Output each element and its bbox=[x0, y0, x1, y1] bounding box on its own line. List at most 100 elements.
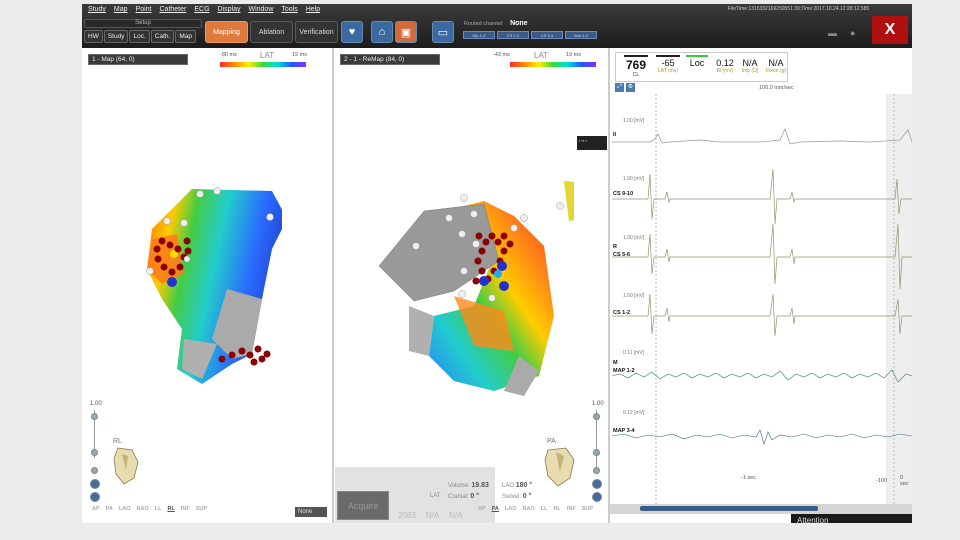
right-orientation-heart-icon[interactable] bbox=[542, 444, 578, 488]
record-icon[interactable]: ● bbox=[850, 28, 855, 38]
right-view-lao[interactable]: LAO bbox=[505, 506, 517, 512]
snapshot-tool-icon[interactable]: ▣ bbox=[395, 21, 417, 43]
right-slider-dot-2[interactable] bbox=[593, 467, 600, 474]
lat-label: LAT (ms) bbox=[657, 68, 679, 74]
cl-bar bbox=[624, 55, 648, 57]
tab-cath[interactable]: Cath. bbox=[150, 30, 175, 43]
left-slider-dot-2[interactable] bbox=[91, 467, 98, 474]
left-view-rl[interactable]: RL bbox=[167, 506, 174, 512]
routed-value[interactable]: None bbox=[510, 20, 528, 27]
right-view-sup[interactable]: SUP bbox=[582, 506, 593, 512]
routed-button-3[interactable]: CS 3-4 bbox=[531, 31, 563, 39]
menu-display[interactable]: Display bbox=[218, 6, 241, 13]
left-slider-dot[interactable] bbox=[91, 449, 98, 456]
tab-loc[interactable]: Loc. bbox=[129, 30, 150, 43]
right-scale-value: 1.00 bbox=[592, 401, 604, 407]
verification-button[interactable]: Verification bbox=[295, 21, 338, 43]
left-view-pa[interactable]: PA bbox=[106, 506, 113, 512]
routed-button-4[interactable]: Wm 1-2 bbox=[565, 31, 597, 39]
right-anatomy-map[interactable] bbox=[374, 176, 574, 401]
menu-bar: Study Map Point Catheter ECG Display Win… bbox=[88, 6, 320, 13]
left-display-select[interactable]: None bbox=[295, 507, 327, 517]
left-orientation-heart-icon[interactable] bbox=[110, 444, 142, 486]
na-value-3: N/A bbox=[449, 511, 463, 520]
monitor-tool-icon[interactable]: ▭ bbox=[432, 21, 454, 43]
lat-readout: -65 LAT (ms) bbox=[656, 55, 680, 74]
menu-point[interactable]: Point bbox=[136, 6, 152, 13]
setup-button[interactable]: Setup bbox=[84, 19, 202, 28]
right-zoom-slider-handle[interactable] bbox=[593, 413, 600, 420]
right-view-rl[interactable]: RL bbox=[553, 506, 560, 512]
ch-map1-2-label: MAP 1-2 bbox=[613, 368, 635, 374]
mapping-button[interactable]: Mapping bbox=[205, 21, 248, 43]
ch-cs5-6-label: CS 5-6 bbox=[613, 252, 631, 258]
left-view-inf[interactable]: INF bbox=[181, 506, 190, 512]
cl-value: 769 bbox=[625, 58, 647, 72]
routed-button-1[interactable]: Wp 1-2 bbox=[463, 31, 495, 39]
right-view-rao[interactable]: RAO bbox=[523, 506, 535, 512]
left-anatomy-map[interactable] bbox=[122, 179, 282, 389]
right-view-inf[interactable]: INF bbox=[567, 506, 576, 512]
left-zoom-reset-button[interactable] bbox=[90, 492, 100, 502]
cl-readout: 769 CL bbox=[624, 55, 648, 78]
bi-bar bbox=[714, 55, 736, 57]
force-readout: N/A Force (g) bbox=[764, 55, 788, 74]
left-zoom-down-button[interactable] bbox=[90, 479, 100, 489]
bi-readout: 0.12 Bi (mV) bbox=[714, 55, 736, 74]
force-label: Force (g) bbox=[765, 68, 787, 74]
trace-ii bbox=[612, 128, 912, 145]
menu-map[interactable]: Map bbox=[114, 6, 128, 13]
lat-bar bbox=[656, 55, 680, 57]
lat-value: -65 bbox=[661, 58, 675, 68]
ecg-scrollbar-thumb[interactable] bbox=[640, 506, 818, 511]
left-zoom-slider-handle[interactable] bbox=[91, 413, 98, 420]
file-time: FileTime:1315332169250551 39;Time:2017.1… bbox=[728, 6, 870, 12]
right-zoom-down-button[interactable] bbox=[592, 479, 602, 489]
heart-tool-icon[interactable]: ♥ bbox=[341, 21, 363, 43]
acquire-na-values: 2083 N/A N/A bbox=[398, 511, 462, 520]
acquire-button[interactable]: Acquire bbox=[337, 491, 389, 520]
left-lat-max: 19 ms bbox=[292, 52, 307, 58]
ch-cs1-2-scale: 1.00 [mV] bbox=[623, 293, 645, 299]
routed-button-2[interactable]: CS 1-2 bbox=[497, 31, 529, 39]
ecg-scrollbar[interactable] bbox=[610, 504, 912, 514]
tab-study[interactable]: Study bbox=[103, 30, 129, 43]
cranial-label: Cranial: bbox=[448, 494, 469, 500]
left-view-ap[interactable]: AP bbox=[92, 506, 100, 512]
menu-tools[interactable]: Tools bbox=[281, 6, 297, 13]
ablation-button[interactable]: Ablation bbox=[250, 21, 293, 43]
right-map-selector[interactable]: 2 - 1 - ReMap (84, 0) bbox=[340, 54, 440, 65]
menu-catheter[interactable]: Catheter bbox=[160, 6, 187, 13]
routed-channel: Routed channel None bbox=[464, 20, 528, 27]
tab-hw[interactable]: HW bbox=[84, 30, 103, 43]
loc-value: Loc bbox=[689, 58, 705, 68]
left-view-ll[interactable]: LL bbox=[155, 506, 162, 512]
ecg-expand-icon[interactable]: ⤢ bbox=[615, 83, 624, 92]
left-view-sup[interactable]: SUP bbox=[196, 506, 207, 512]
tab-map[interactable]: Map bbox=[175, 30, 196, 43]
left-lat-min: -80 ms bbox=[220, 52, 237, 58]
menu-study[interactable]: Study bbox=[88, 6, 106, 13]
trace-cs5-6 bbox=[612, 223, 912, 290]
bell-tool-icon[interactable]: ⌂ bbox=[371, 21, 393, 43]
routed-buttons: Wp 1-2 CS 1-2 CS 3-4 Wm 1-2 bbox=[463, 31, 597, 39]
ecg-traces[interactable] bbox=[610, 94, 912, 504]
menu-help[interactable]: Help bbox=[306, 6, 320, 13]
right-slider-dot[interactable] bbox=[593, 449, 600, 456]
time-minus1: -1 sec bbox=[741, 475, 756, 481]
m-marker: M bbox=[613, 360, 618, 366]
left-view-lao[interactable]: LAO bbox=[119, 506, 131, 512]
left-map-selector[interactable]: 1 - Map (64, 0) bbox=[88, 54, 188, 65]
screen-icon[interactable]: ▬ bbox=[828, 28, 837, 38]
right-view-ap[interactable]: AP bbox=[478, 506, 486, 512]
ch-cs9-10-label: CS 9-10 bbox=[613, 191, 634, 197]
left-view-rao[interactable]: RAO bbox=[137, 506, 149, 512]
ecg-settings-icon[interactable]: ⚙ bbox=[626, 83, 635, 92]
right-view-pa[interactable]: PA bbox=[492, 506, 499, 512]
right-view-ll[interactable]: LL bbox=[541, 506, 548, 512]
right-zoom-reset-button[interactable] bbox=[592, 492, 602, 502]
menu-window[interactable]: Window bbox=[248, 6, 273, 13]
imp-label: Imp (Ω) bbox=[741, 68, 759, 74]
attention-banner[interactable]: Attention bbox=[791, 514, 912, 523]
menu-ecg[interactable]: ECG bbox=[194, 6, 209, 13]
